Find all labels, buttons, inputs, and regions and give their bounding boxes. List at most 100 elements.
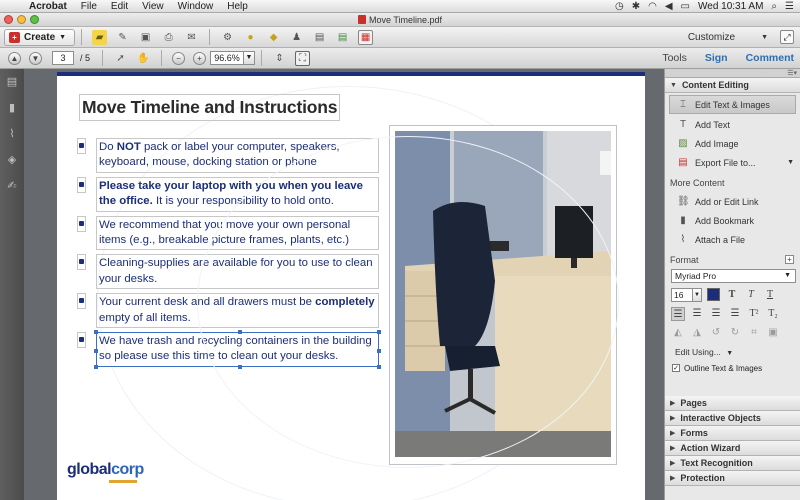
spotlight-icon[interactable]: ⌕: [771, 1, 777, 12]
rotate-left-icon[interactable]: ↺: [709, 326, 723, 340]
tab-comment[interactable]: Comment: [746, 50, 794, 67]
align-center-icon[interactable]: ☰: [690, 307, 704, 321]
close-window-button[interactable]: [4, 15, 13, 24]
add-bookmark-button[interactable]: ▮ Add Bookmark: [665, 211, 800, 230]
list-item[interactable]: Cleaning-supplies are available for you …: [77, 254, 379, 290]
underline-icon[interactable]: T: [763, 288, 777, 302]
menu-view[interactable]: View: [135, 1, 171, 12]
comment-bubble-icon[interactable]: ●: [243, 30, 258, 45]
page-title[interactable]: Move Timeline and Instructions: [79, 94, 341, 121]
hand-tool-icon[interactable]: ✋: [136, 51, 151, 66]
bullet-text[interactable]: Cleaning-supplies are available for you …: [96, 254, 379, 290]
list-item[interactable]: Your current desk and all drawers must b…: [77, 293, 379, 329]
resize-handle[interactable]: [237, 330, 242, 335]
list-item[interactable]: Do NOT pack or label your computer, spea…: [77, 138, 379, 173]
volume-icon[interactable]: ◀: [665, 1, 673, 12]
full-screen-icon[interactable]: ⛶: [295, 50, 311, 66]
menu-window[interactable]: Window: [171, 1, 221, 12]
bullet-text[interactable]: Do NOT pack or label your computer, spea…: [96, 138, 379, 173]
panel-options-icon[interactable]: ☰▾: [665, 69, 800, 78]
signatures-icon[interactable]: ✍: [5, 179, 19, 193]
bluetooth-icon[interactable]: ✱: [632, 1, 640, 12]
office-cubicle-photo[interactable]: [395, 131, 611, 457]
align-right-icon[interactable]: ☰: [709, 307, 723, 321]
open-folder-icon[interactable]: ▰: [92, 29, 108, 45]
menu-app[interactable]: Acrobat: [22, 1, 74, 12]
rotate-right-icon[interactable]: ↻: [728, 326, 742, 340]
previous-page-icon[interactable]: ▲: [8, 51, 21, 65]
edit-pdf-icon[interactable]: ▦: [358, 29, 374, 45]
section-text-recognition[interactable]: ▶ Text Recognition: [665, 456, 800, 471]
justify-icon[interactable]: ☰: [728, 307, 742, 321]
zoom-out-icon[interactable]: −: [172, 51, 186, 65]
bullet-text[interactable]: Your current desk and all drawers must b…: [96, 293, 379, 329]
menu-help[interactable]: Help: [220, 1, 255, 12]
page-number-input[interactable]: 3: [52, 51, 74, 65]
list-item[interactable]: Please take your laptop with you when yo…: [77, 176, 379, 212]
resize-handle[interactable]: [377, 330, 381, 335]
menu-edit[interactable]: Edit: [104, 1, 135, 12]
resize-handle[interactable]: [377, 364, 381, 369]
print-icon[interactable]: ⎙: [161, 30, 176, 45]
flip-vertical-icon[interactable]: ◭: [671, 326, 685, 340]
text-color-swatch[interactable]: [707, 288, 720, 301]
bullet-text[interactable]: We recommend that you move your own pers…: [96, 215, 379, 251]
list-item[interactable]: We recommend that you move your own pers…: [77, 215, 379, 251]
attachments-paperclip-icon[interactable]: ⌇: [5, 127, 19, 141]
document-viewport[interactable]: Move Timeline and Instructions Do NOT pa…: [24, 69, 664, 500]
flip-horizontal-icon[interactable]: ◮: [690, 326, 704, 340]
list-item-selected[interactable]: We have trash and recycling containers i…: [77, 330, 381, 369]
menu-file[interactable]: File: [74, 1, 104, 12]
superscript-icon[interactable]: T²: [747, 307, 761, 321]
document-export-icon[interactable]: ▤: [312, 30, 327, 45]
replace-image-icon[interactable]: ▣: [766, 326, 780, 340]
edit-using-menu[interactable]: Edit Using... ▼: [665, 344, 800, 361]
notification-center-icon[interactable]: ☰: [785, 1, 794, 12]
section-content-editing[interactable]: ▼ Content Editing: [665, 78, 800, 93]
resize-handle[interactable]: [237, 364, 242, 369]
zoom-in-icon[interactable]: +: [193, 51, 207, 65]
settings-gear-icon[interactable]: ⚙: [220, 30, 235, 45]
wifi-icon[interactable]: ◠: [648, 1, 657, 12]
zoom-level-input[interactable]: 96.6%: [210, 51, 245, 65]
edit-text-images-button[interactable]: ⌶ Edit Text & Images: [669, 95, 796, 114]
clock[interactable]: Wed 10:31 AM: [698, 1, 763, 12]
document-share-icon[interactable]: ▤: [335, 30, 350, 45]
resize-handle[interactable]: [377, 349, 381, 354]
page-thumbnails-icon[interactable]: ▤: [5, 75, 19, 89]
zoom-window-button[interactable]: [30, 15, 39, 24]
add-image-button[interactable]: ▨ Add Image: [665, 134, 800, 153]
resize-handle[interactable]: [94, 364, 98, 369]
resize-handle[interactable]: [94, 330, 98, 335]
fit-page-icon[interactable]: ⇕: [272, 51, 287, 66]
font-size-select[interactable]: 16: [671, 287, 693, 302]
section-protection[interactable]: ▶ Protection: [665, 471, 800, 486]
pdf-page[interactable]: Move Timeline and Instructions Do NOT pa…: [57, 72, 645, 500]
create-button[interactable]: + Create ▼: [4, 28, 76, 46]
tab-sign[interactable]: Sign: [705, 50, 728, 67]
time-machine-icon[interactable]: ◷: [615, 1, 624, 12]
bookmarks-icon[interactable]: ▮: [5, 101, 19, 115]
export-file-button[interactable]: ▤ Export File to... ▼: [665, 153, 800, 172]
minimize-window-button[interactable]: [17, 15, 26, 24]
add-text-button[interactable]: T Add Text: [665, 115, 800, 134]
battery-icon[interactable]: ▭: [681, 1, 690, 12]
selected-text-box[interactable]: We have trash and recycling containers i…: [94, 330, 381, 369]
customize-menu[interactable]: Customize ▼: [688, 29, 768, 46]
section-action-wizard[interactable]: ▶ Action Wizard: [665, 441, 800, 456]
expand-window-icon[interactable]: ⤢: [780, 30, 794, 44]
section-pages[interactable]: ▶ Pages: [665, 396, 800, 411]
save-icon[interactable]: ▣: [138, 30, 153, 45]
select-arrow-icon[interactable]: ➚: [113, 51, 128, 66]
font-family-select[interactable]: Myriad Pro ▼: [671, 269, 796, 283]
stamp-icon[interactable]: ♟: [289, 30, 304, 45]
edit-document-icon[interactable]: ✎: [115, 30, 130, 45]
font-size-dropdown-icon[interactable]: ▼: [693, 287, 702, 302]
add-edit-link-button[interactable]: ⛓ Add or Edit Link: [665, 192, 800, 211]
resize-handle[interactable]: [94, 349, 98, 354]
italic-icon[interactable]: T: [744, 288, 758, 302]
attach-file-button[interactable]: ⌇ Attach a File: [665, 230, 800, 249]
subscript-icon[interactable]: T₂: [766, 307, 780, 321]
section-forms[interactable]: ▶ Forms: [665, 426, 800, 441]
tab-tools[interactable]: Tools: [662, 50, 687, 67]
